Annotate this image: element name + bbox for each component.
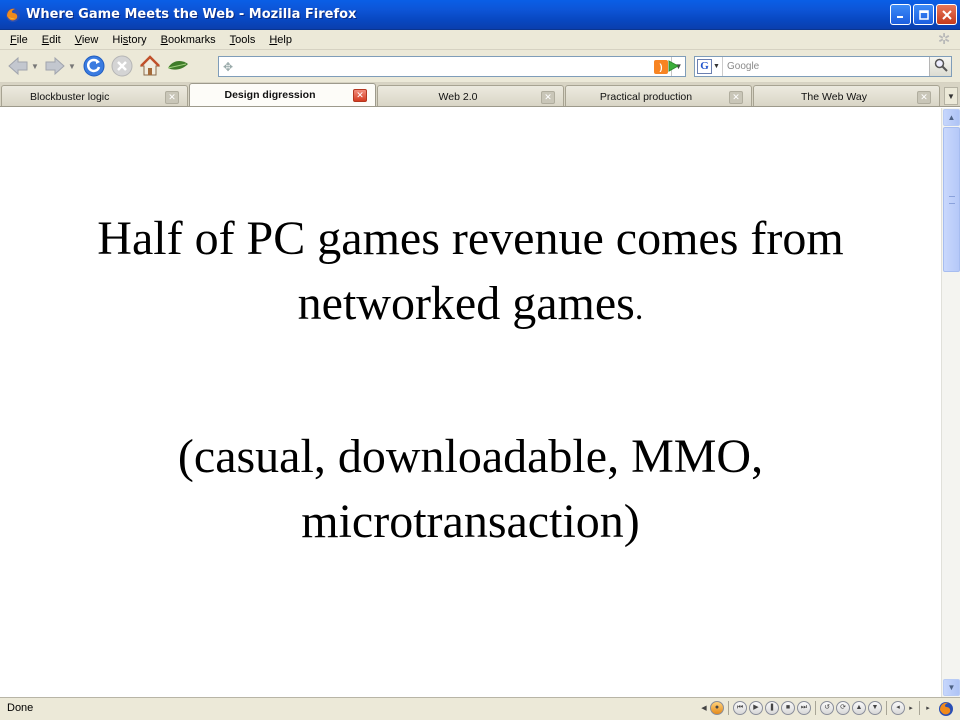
scroll-thumb[interactable]: [943, 127, 960, 272]
back-button[interactable]: [6, 53, 30, 79]
page-proxy-icon: ✥: [223, 60, 234, 74]
menu-bookmarks[interactable]: Bookmarks: [154, 34, 223, 46]
go-button[interactable]: [664, 58, 682, 76]
menu-bar: File Edit View History Bookmarks Tools H…: [0, 30, 960, 50]
navigation-toolbar: ▼ ▼ ✥ ) ▼ G ▼: [0, 50, 960, 83]
status-text: Done: [7, 702, 34, 714]
tab-label: The Web Way: [801, 91, 867, 103]
tab-label: Design digression: [224, 89, 316, 101]
search-bar: G ▼: [694, 56, 952, 77]
firefox-status-icon[interactable]: [938, 701, 954, 717]
search-button[interactable]: [929, 57, 951, 76]
expand-arrow-icon[interactable]: ▸: [924, 704, 932, 712]
search-input[interactable]: [723, 57, 929, 76]
slide-text-line: Half of PC games revenue comes from: [97, 212, 844, 265]
tab-label: Web 2.0: [438, 91, 478, 103]
window-title: Where Game Meets the Web - Mozilla Firef…: [26, 7, 357, 22]
forward-history-dropdown[interactable]: ▼: [68, 62, 76, 71]
minimize-button[interactable]: [890, 4, 911, 25]
status-bar: Done ◀ ● ⏮ ▶ ❚ ■ ⏭ ↺ ⟳ ▲ ▼ ◂ ▸ ▸: [0, 697, 960, 720]
reload-button[interactable]: [82, 53, 106, 79]
back-history-dropdown[interactable]: ▼: [31, 62, 39, 71]
page-content: Half of PC games revenue comes from netw…: [0, 108, 941, 697]
close-window-button[interactable]: [936, 4, 957, 25]
media-logo-icon[interactable]: ●: [710, 701, 724, 715]
tab-close-button[interactable]: ✕: [353, 89, 367, 102]
skip-back-icon[interactable]: ⏮: [733, 701, 747, 715]
shuffle-icon[interactable]: ⟳: [836, 701, 850, 715]
skip-forward-icon[interactable]: ⏭: [797, 701, 811, 715]
menu-file[interactable]: File: [3, 34, 35, 46]
slide-text-line: microtransaction): [301, 495, 640, 548]
magnifier-icon: [934, 58, 948, 75]
home-button[interactable]: [138, 53, 162, 79]
title-bar: Where Game Meets the Web - Mozilla Firef…: [0, 0, 960, 30]
url-bar: ✥ ) ▼: [218, 56, 686, 77]
reload-icon: [82, 54, 106, 78]
forward-button[interactable]: [43, 53, 67, 79]
menu-help[interactable]: Help: [262, 34, 299, 46]
play-icon[interactable]: ▶: [749, 701, 763, 715]
bookmark-leaf-button[interactable]: [166, 53, 190, 79]
volume-icon[interactable]: ◂: [891, 701, 905, 715]
next-arrow-icon[interactable]: ▸: [907, 704, 915, 712]
menu-tools[interactable]: Tools: [223, 34, 263, 46]
tab-close-button[interactable]: ✕: [165, 91, 179, 104]
tab-close-button[interactable]: ✕: [917, 91, 931, 104]
leaf-icon: [166, 56, 190, 76]
pause-icon[interactable]: ❚: [765, 701, 779, 715]
thumbs-up-icon[interactable]: ▲: [852, 701, 866, 715]
scroll-up-button[interactable]: ▲: [943, 109, 960, 126]
tab-bar: Blockbuster logic ✕ Design digression ✕ …: [0, 83, 960, 107]
throbber-icon: ✲: [937, 31, 951, 48]
tab-label: Blockbuster logic: [30, 91, 110, 103]
tab-close-button[interactable]: ✕: [729, 91, 743, 104]
tab-the-web-way[interactable]: The Web Way ✕: [753, 85, 940, 106]
slide-text-line: (casual, downloadable, MMO,: [177, 430, 764, 483]
stop-button[interactable]: [110, 53, 134, 79]
menu-history[interactable]: History: [105, 34, 153, 46]
back-arrow-icon: [6, 55, 30, 77]
vertical-scrollbar[interactable]: ▲ ▼: [941, 108, 960, 697]
slide-text-line: networked games.: [297, 277, 644, 330]
tab-web-2-0[interactable]: Web 2.0 ✕: [377, 85, 564, 106]
maximize-button[interactable]: [913, 4, 934, 25]
repeat-icon[interactable]: ↺: [820, 701, 834, 715]
firefox-icon: [5, 7, 21, 23]
tab-practical-production[interactable]: Practical production ✕: [565, 85, 752, 106]
prev-arrow-icon[interactable]: ◀: [700, 704, 708, 712]
search-engine-selector[interactable]: G ▼: [695, 57, 723, 76]
thumbs-down-icon[interactable]: ▼: [868, 701, 882, 715]
google-logo-icon: G: [697, 59, 713, 74]
grip-icon: [949, 196, 955, 204]
tab-label: Practical production: [599, 91, 693, 103]
media-controls: ◀ ● ⏮ ▶ ❚ ■ ⏭ ↺ ⟳ ▲ ▼ ◂ ▸ ▸: [700, 701, 932, 715]
tab-design-digression[interactable]: Design digression ✕: [189, 83, 376, 106]
scroll-down-button[interactable]: ▼: [943, 679, 960, 696]
stop-media-icon[interactable]: ■: [781, 701, 795, 715]
go-arrow-icon: [666, 59, 680, 76]
stop-icon: [110, 54, 134, 78]
forward-arrow-icon: [43, 55, 67, 77]
url-input[interactable]: [219, 57, 654, 76]
tab-blockbuster-logic[interactable]: Blockbuster logic ✕: [1, 85, 188, 106]
menu-view[interactable]: View: [68, 34, 106, 46]
tab-list-dropdown[interactable]: ▼: [944, 87, 958, 105]
tab-close-button[interactable]: ✕: [541, 91, 555, 104]
home-icon: [138, 54, 162, 78]
menu-edit[interactable]: Edit: [35, 34, 68, 46]
